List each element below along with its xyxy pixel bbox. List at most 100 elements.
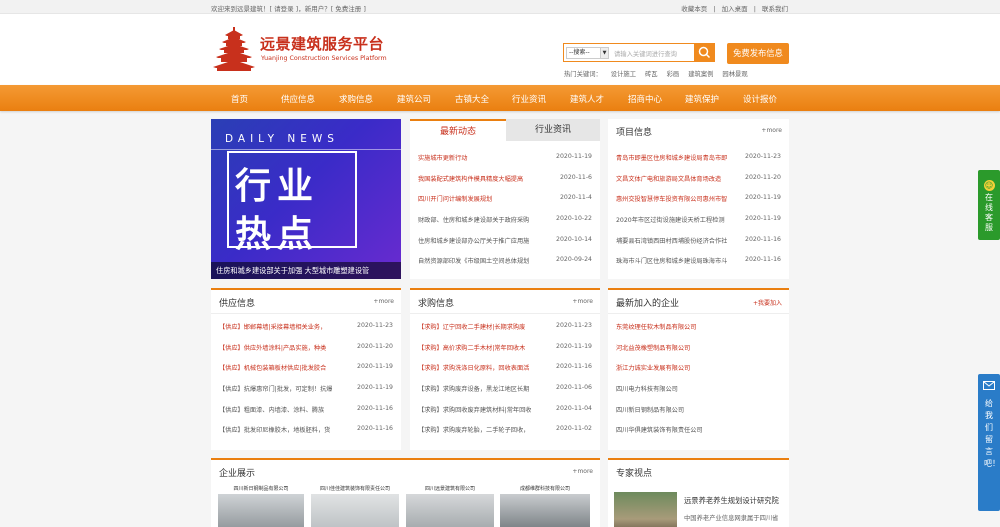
list-item-title[interactable]: 【供应】邯郸幕墙|采接幕墙相关业务， (219, 322, 326, 331)
nav-item-home[interactable]: 首页 (231, 93, 248, 105)
list-item[interactable]: 【求购】求购回收废弃建筑材料|常年回收 2020-11-04 (418, 401, 592, 422)
list-item[interactable]: 【供应】机械包装箱板材供应|批发胶合 2020-11-19 (219, 359, 393, 380)
join-link[interactable]: +我要加入 (753, 298, 782, 307)
list-item[interactable]: 我国装配式建筑构件模具精度大幅提高 2020-11-6 (418, 170, 592, 191)
list-item[interactable]: 东莞纹理任软木制品有限公司 (616, 318, 781, 339)
hot-word[interactable]: 彩画 (667, 71, 680, 78)
list-item[interactable]: 四川华俱建筑装饰有限责任公司 (616, 421, 781, 442)
nav-item-talent[interactable]: 建筑人才 (570, 93, 604, 105)
list-item[interactable]: 【供应】粗面漆、内墙漆、涂料、腾族 2020-11-16 (219, 401, 393, 422)
list-item[interactable]: 【求购】求购洗涤日化原料，回收表面活 2020-11-16 (418, 359, 592, 380)
list-item-title[interactable]: 【供应】机械包装箱板材供应|批发胶合 (219, 363, 326, 372)
banner-caption[interactable]: 住房和城乡建设部关于加强 大型城市雕塑建设管 (211, 262, 401, 279)
hot-word[interactable]: 园林景观 (722, 71, 747, 78)
list-item-title[interactable]: 【求购】高价求购二手木材|常年回收木 (418, 343, 525, 352)
expert-photo[interactable] (614, 492, 677, 527)
projects-more-link[interactable]: +more (761, 127, 782, 134)
showcase-item[interactable]: 成都维群科技有限公司 (500, 484, 590, 527)
list-item[interactable]: 【供应】抗爆惠帘门|批发，可定制！抗爆 2020-11-19 (219, 380, 393, 401)
list-item[interactable]: 青岛市即墨区住房和城乡建设局青岛市即 2020-11-23 (616, 149, 781, 170)
nav-item-invest[interactable]: 招商中心 (628, 93, 662, 105)
list-item[interactable]: 四川开门问计编制发展规划 2020-11-4 (418, 190, 592, 211)
showcase-item[interactable]: 四川远景建筑有限公司 (406, 484, 494, 527)
contact-link[interactable]: 联系我们 (762, 5, 788, 13)
list-item-title[interactable]: 【求购】求购洗涤日化原料，回收表面活 (418, 363, 529, 372)
list-item[interactable]: 【供应】邯郸幕墙|采接幕墙相关业务， 2020-11-23 (219, 318, 393, 339)
list-item[interactable]: 【供应】批发印尼橡胶木，地板胚料，货 2020-11-16 (219, 421, 393, 442)
list-item-title[interactable]: 【求购】求购回收废弃建筑材料|常年回收 (418, 405, 531, 414)
list-item[interactable]: 财政部、住房和城乡建设部关于政府采购 2020-10-22 (418, 211, 592, 232)
search-button[interactable] (694, 43, 715, 62)
purchase-more-link[interactable]: +more (572, 298, 593, 305)
list-item[interactable]: 【求购】辽宁回收二手建材|长期求购废 2020-11-23 (418, 318, 592, 339)
nav-item-quote[interactable]: 设计报价 (743, 93, 777, 105)
list-item[interactable]: 2020年市区过街设施建设天桥工程检测 2020-11-19 (616, 211, 781, 232)
list-item-title[interactable]: 惠州交投智慧停车投资有限公司惠州市智 (616, 194, 727, 203)
list-item[interactable]: 埔要县石湾镇西田村西埔股份经济合作社 2020-11-16 (616, 232, 781, 253)
showcase-item[interactable]: 四川新日钢制品有限公司 (218, 484, 304, 527)
news-banner[interactable]: DAILY NEWS 行业 热点 住房和城乡建设部关于加强 大型城市雕塑建设管 (211, 119, 401, 279)
nav-item-supply[interactable]: 供应信息 (281, 93, 315, 105)
list-item[interactable]: 珠海市斗门区住房和城乡建设局珠海市斗 2020-11-16 (616, 252, 781, 273)
expert-text-1[interactable]: 远景养老养生规划设计研究院 (684, 496, 779, 506)
list-item-title[interactable]: 四川开门问计编制发展规划 (418, 194, 492, 203)
list-item-title[interactable]: 【供应】粗面漆、内墙漆、涂料、腾族 (219, 405, 324, 414)
welcome-text[interactable]: 欢迎来到远景建筑！[ 请登录 ]，新用户？[ 免费注册 ] (211, 3, 366, 13)
list-item-title[interactable]: 住房和城乡建设部办公厅关于推广应用施 (418, 236, 529, 245)
search-input[interactable]: 请输入关键词进行查询 (614, 49, 677, 58)
leave-message-button[interactable]: 给我们留言吧！ (978, 374, 1000, 511)
company-name[interactable]: 四川华俱建筑装饰有限责任公司 (616, 425, 703, 434)
list-item-title[interactable]: 2020年市区过街设施建设天桥工程检测 (616, 215, 725, 224)
list-item-title[interactable]: 【供应】批发印尼橡胶木，地板胚料，货 (219, 425, 330, 434)
hot-word[interactable]: 设计施工 (611, 71, 636, 78)
list-item[interactable]: 【求购】求购废弃设备，黑龙江地区长期 2020-11-06 (418, 380, 592, 401)
list-item-title[interactable]: 【求购】求购废弃轮胎，二手轮子回收， (418, 425, 529, 434)
list-item-title[interactable]: 【求购】求购废弃设备，黑龙江地区长期 (418, 384, 529, 393)
online-service-button[interactable]: ☺ 在线客服 (978, 170, 1000, 240)
bookmark-link[interactable]: 收藏本页 (681, 5, 707, 13)
list-item-title[interactable]: 我国装配式建筑构件模具精度大幅提高 (418, 174, 523, 183)
list-item[interactable]: 【求购】求购废弃轮胎，二手轮子回收， 2020-11-02 (418, 421, 592, 442)
publish-button[interactable]: 免费发布信息 (727, 43, 789, 64)
company-name[interactable]: 河北益茂橡塑制品有限公司 (616, 343, 690, 352)
company-name[interactable]: 浙江力诚实业发展有限公司 (616, 363, 690, 372)
showcase-item[interactable]: 四川佳佳建筑装饰有限责任公司 (311, 484, 399, 527)
search-type-select[interactable]: --搜索-- ▼ (566, 47, 609, 59)
nav-item-towns[interactable]: 古镇大全 (455, 93, 489, 105)
nav-item-purchase[interactable]: 求购信息 (339, 93, 373, 105)
list-item-title[interactable]: 【供应】抗爆惠帘门|批发，可定制！抗爆 (219, 384, 332, 393)
nav-item-news[interactable]: 行业资讯 (512, 93, 546, 105)
list-item[interactable]: 【求购】高价求购二手木材|常年回收木 2020-11-19 (418, 339, 592, 360)
list-item[interactable]: 浙江力诚实业发展有限公司 (616, 359, 781, 380)
company-name[interactable]: 四川新日钢制品有限公司 (616, 405, 684, 414)
list-item-title[interactable]: 自然资源部印发《市级国土空间总体规划 (418, 256, 529, 265)
list-item[interactable]: 四川电力科技有限公司 (616, 380, 781, 401)
list-item-title[interactable]: 青岛市即墨区住房和城乡建设局青岛市即 (616, 153, 727, 162)
list-item-title[interactable]: 文昌文体广电和旅游局文昌体育场改造 (616, 174, 721, 183)
list-item-title[interactable]: 埔要县石湾镇西田村西埔股份经济合作社 (616, 236, 727, 245)
company-name[interactable]: 东莞纹理任软木制品有限公司 (616, 322, 696, 331)
supply-more-link[interactable]: +more (373, 298, 394, 305)
tab-industry[interactable]: 行业资讯 (506, 119, 600, 141)
list-item[interactable]: 住房和城乡建设部办公厅关于推广应用施 2020-10-14 (418, 232, 592, 253)
list-item-title[interactable]: 【供应】供应外墙涂料|产品实施，种类 (219, 343, 326, 352)
list-item[interactable]: 河北益茂橡塑制品有限公司 (616, 339, 781, 360)
add-desktop-link[interactable]: 加入桌面 (722, 5, 748, 13)
hot-word[interactable]: 砖瓦 (645, 71, 658, 78)
list-item[interactable]: 实施城市更新行动 2020-11-19 (418, 149, 592, 170)
list-item-title[interactable]: 财政部、住房和城乡建设部关于政府采购 (418, 215, 529, 224)
list-item[interactable]: 四川新日钢制品有限公司 (616, 401, 781, 422)
nav-item-companies[interactable]: 建筑公司 (397, 93, 431, 105)
list-item[interactable]: 【供应】供应外墙涂料|产品实施，种类 2020-11-20 (219, 339, 393, 360)
nav-item-protect[interactable]: 建筑保护 (685, 93, 719, 105)
site-logo[interactable]: 远景建筑服务平台 Yuanjing Construction Services … (211, 27, 401, 73)
showcase-more-link[interactable]: +more (572, 468, 593, 475)
list-item-title[interactable]: 珠海市斗门区住房和城乡建设局珠海市斗 (616, 256, 727, 265)
list-item-title[interactable]: 实施城市更新行动 (418, 153, 468, 162)
list-item[interactable]: 文昌文体广电和旅游局文昌体育场改造 2020-11-20 (616, 170, 781, 191)
list-item-title[interactable]: 【求购】辽宁回收二手建材|长期求购废 (418, 322, 525, 331)
tab-latest[interactable]: 最新动态 (410, 119, 506, 141)
list-item[interactable]: 惠州交投智慧停车投资有限公司惠州市智 2020-11-19 (616, 190, 781, 211)
list-item[interactable]: 自然资源部印发《市级国土空间总体规划 2020-09-24 (418, 252, 592, 273)
hot-word[interactable]: 建筑案例 (688, 71, 713, 78)
